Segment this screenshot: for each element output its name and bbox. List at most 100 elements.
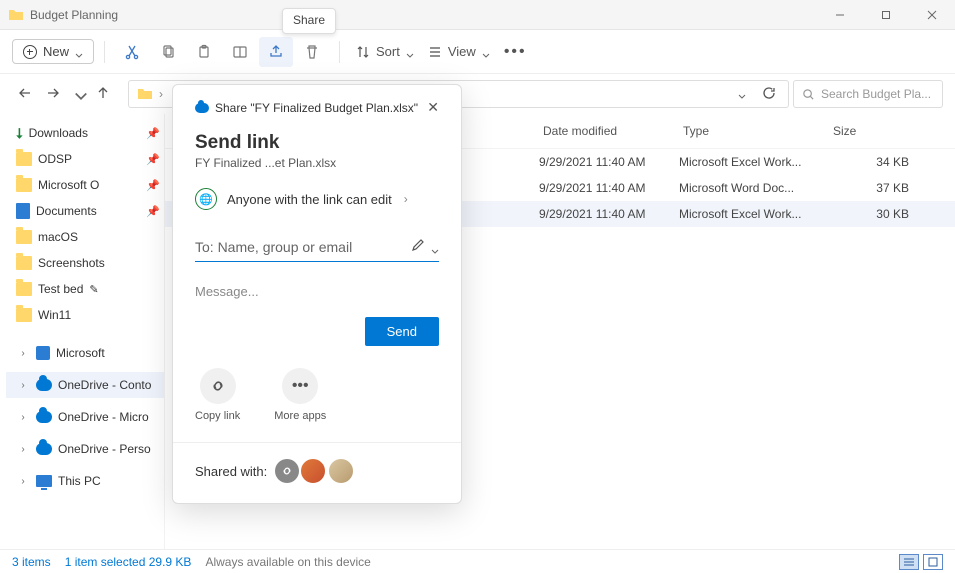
doc-icon xyxy=(16,203,30,219)
avatar[interactable] xyxy=(299,457,327,485)
status-count: 3 items xyxy=(12,555,51,569)
status-selection: 1 item selected 29.9 KB xyxy=(65,555,192,569)
pencil-icon: ✎ xyxy=(89,283,98,296)
path-dropdown[interactable] xyxy=(738,90,746,98)
toolbar: New Sort View ••• xyxy=(0,30,955,74)
edit-pencil-icon[interactable] xyxy=(411,238,425,255)
separator xyxy=(104,41,105,63)
shared-with-label: Shared with: xyxy=(195,464,267,479)
sidebar-item-odsp[interactable]: ODSP📌 xyxy=(6,146,164,172)
history-dropdown[interactable] xyxy=(74,90,82,98)
copy-link-button[interactable]: Copy link xyxy=(195,368,240,422)
more-apps-button[interactable]: ••• More apps xyxy=(274,368,326,422)
path-chevron-icon: › xyxy=(159,87,163,101)
sidebar-item-downloads[interactable]: ⭣Downloads📌 xyxy=(6,120,164,146)
message-placeholder: Message... xyxy=(195,284,259,299)
avatar[interactable] xyxy=(327,457,355,485)
recipients-placeholder: To: Name, group or email xyxy=(195,239,352,255)
refresh-button[interactable] xyxy=(762,86,776,103)
dialog-title: Send link xyxy=(195,132,439,154)
sidebar-item-test-bed[interactable]: Test bed✎ xyxy=(6,276,164,302)
folder-icon xyxy=(16,230,32,244)
chevron-right-icon: › xyxy=(16,444,30,455)
folder-icon xyxy=(16,152,32,166)
main-area: ⭣Downloads📌 ODSP📌 Microsoft O📌 Documents… xyxy=(0,114,955,549)
col-type-header[interactable]: Type xyxy=(679,122,829,140)
minimize-button[interactable] xyxy=(817,0,863,30)
copy-button[interactable] xyxy=(151,37,185,67)
cut-button[interactable] xyxy=(115,37,149,67)
col-modified-header[interactable]: Date modified xyxy=(539,122,679,140)
sidebar-item-microsoft-o[interactable]: Microsoft O📌 xyxy=(6,172,164,198)
new-button[interactable]: New xyxy=(12,39,94,64)
send-button[interactable]: Send xyxy=(365,317,439,346)
chevron-down-icon xyxy=(406,48,414,56)
pin-icon: 📌 xyxy=(146,153,160,166)
chevron-down-icon xyxy=(482,48,490,56)
sidebar-tree-microsoft[interactable]: ›Microsoft xyxy=(6,340,164,366)
onedrive-icon xyxy=(195,103,209,113)
details-view-button[interactable] xyxy=(899,554,919,570)
sidebar-tree-this-pc[interactable]: ›This PC xyxy=(6,468,164,494)
window-title: Budget Planning xyxy=(30,8,118,22)
search-placeholder: Search Budget Pla... xyxy=(821,87,931,101)
chevron-down-icon xyxy=(75,48,83,56)
up-button[interactable] xyxy=(96,86,110,103)
paste-button[interactable] xyxy=(187,37,221,67)
sort-label: Sort xyxy=(376,44,400,59)
chevron-right-icon: › xyxy=(16,476,30,487)
plus-icon xyxy=(23,45,37,59)
sort-dropdown[interactable]: Sort xyxy=(350,40,420,63)
folder-icon xyxy=(16,256,32,270)
recipients-input[interactable]: To: Name, group or email xyxy=(195,232,439,262)
chevron-right-icon: › xyxy=(16,380,30,391)
search-icon xyxy=(802,88,815,101)
maximize-button[interactable] xyxy=(863,0,909,30)
sort-icon xyxy=(356,45,370,59)
globe-icon: 🌐 xyxy=(195,188,217,210)
link-permission-button[interactable]: 🌐 Anyone with the link can edit › xyxy=(195,188,439,210)
message-input[interactable]: Message... xyxy=(195,284,439,299)
sidebar-item-macos[interactable]: macOS xyxy=(6,224,164,250)
window-controls xyxy=(817,0,955,30)
app-folder-icon xyxy=(8,7,24,23)
sidebar-tree-onedrive-personal[interactable]: ›OneDrive - Perso xyxy=(6,436,164,462)
sidebar-item-documents[interactable]: Documents📌 xyxy=(6,198,164,224)
view-dropdown[interactable]: View xyxy=(422,40,496,63)
folder-icon xyxy=(16,178,32,192)
sidebar-item-screenshots[interactable]: Screenshots xyxy=(6,250,164,276)
share-button[interactable] xyxy=(259,37,293,67)
cloud-icon xyxy=(36,443,52,455)
avatar-link[interactable] xyxy=(275,459,299,483)
sidebar-item-win11[interactable]: Win11 xyxy=(6,302,164,328)
close-button[interactable]: ✕ xyxy=(427,99,439,116)
icons-view-button[interactable] xyxy=(923,554,943,570)
chevron-right-icon: › xyxy=(16,412,30,423)
more-button[interactable]: ••• xyxy=(498,43,533,61)
forward-button[interactable] xyxy=(46,86,60,103)
search-input[interactable]: Search Budget Pla... xyxy=(793,80,943,108)
share-dialog: Share "FY Finalized Budget Plan.xlsx" ✕ … xyxy=(172,84,462,504)
rename-button[interactable] xyxy=(223,37,257,67)
ms-icon xyxy=(36,346,50,360)
navigation-row: › Search Budget Pla... xyxy=(0,74,955,114)
pin-icon: 📌 xyxy=(146,127,160,140)
pin-icon: 📌 xyxy=(146,179,160,192)
back-button[interactable] xyxy=(18,86,32,103)
link-icon xyxy=(200,368,236,404)
more-icon: ••• xyxy=(282,368,318,404)
status-bar: 3 items 1 item selected 29.9 KB Always a… xyxy=(0,549,955,573)
chevron-down-icon[interactable] xyxy=(431,243,439,251)
permission-label: Anyone with the link can edit xyxy=(227,192,392,207)
delete-button[interactable] xyxy=(295,37,329,67)
chevron-right-icon: › xyxy=(16,348,30,359)
dialog-header: Share "FY Finalized Budget Plan.xlsx" xyxy=(215,101,418,115)
close-window-button[interactable] xyxy=(909,0,955,30)
folder-icon xyxy=(16,308,32,322)
navigation-pane: ⭣Downloads📌 ODSP📌 Microsoft O📌 Documents… xyxy=(0,114,165,549)
sidebar-tree-onedrive-microsoft[interactable]: ›OneDrive - Micro xyxy=(6,404,164,430)
sidebar-tree-onedrive-contoso[interactable]: ›OneDrive - Conto xyxy=(6,372,164,398)
col-size-header[interactable]: Size xyxy=(829,122,939,140)
folder-icon xyxy=(16,282,32,296)
cloud-icon xyxy=(36,411,52,423)
